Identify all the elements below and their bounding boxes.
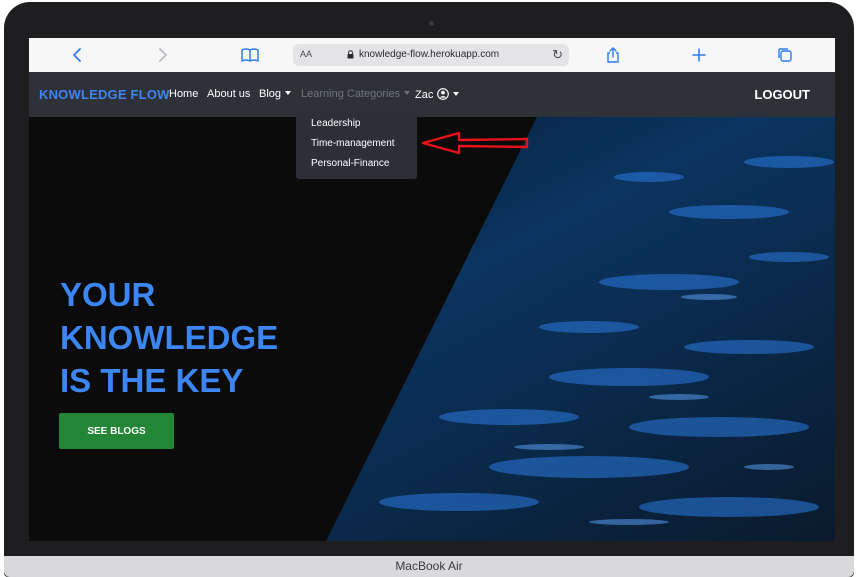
url-text: knowledge-flow.herokuapp.com — [359, 49, 500, 60]
forward-icon[interactable] — [153, 45, 173, 65]
chevron-down-icon — [285, 91, 292, 95]
hero-section: YOUR KNOWLEDGE IS THE KEY SEE BLOGS — [29, 117, 835, 541]
camera — [429, 21, 434, 26]
hero-headline: YOUR KNOWLEDGE IS THE KEY — [60, 273, 278, 402]
tabs-icon[interactable] — [775, 45, 795, 65]
nav-about[interactable]: About us — [207, 88, 250, 100]
chevron-down-icon — [404, 91, 411, 95]
reload-icon[interactable]: ↻ — [552, 47, 563, 63]
back-icon[interactable] — [67, 45, 87, 65]
text-size-button[interactable]: AA — [300, 49, 312, 59]
lock-icon — [347, 50, 354, 59]
nav-categories-label: Learning Categories — [301, 88, 401, 100]
hero-line-1: YOUR — [60, 276, 156, 313]
address-bar[interactable]: AA knowledge-flow.herokuapp.com ↻ — [293, 44, 569, 66]
nav-learning-categories[interactable]: Learning Categories — [301, 88, 411, 100]
laptop-chin: MacBook Air — [4, 556, 854, 577]
bookmarks-icon[interactable] — [240, 45, 260, 65]
screen: AA knowledge-flow.herokuapp.com ↻ KNOWLE… — [29, 38, 835, 541]
dropdown-item-time-management[interactable]: Time-management — [311, 138, 395, 149]
hero-line-3: IS THE KEY — [60, 362, 244, 399]
dropdown-item-leadership[interactable]: Leadership — [311, 118, 360, 129]
new-tab-icon[interactable] — [689, 45, 709, 65]
brand-logo[interactable]: KNOWLEDGE FLOW — [39, 87, 170, 102]
nav-home[interactable]: Home — [169, 88, 198, 100]
nav-blog[interactable]: Blog — [259, 88, 292, 100]
logout-button[interactable]: LOGOUT — [754, 87, 810, 102]
browser-toolbar: AA knowledge-flow.herokuapp.com ↻ — [29, 38, 835, 72]
annotation-arrow-icon — [421, 131, 529, 155]
device-label: MacBook Air — [395, 559, 463, 573]
dropdown-item-personal-finance[interactable]: Personal-Finance — [311, 158, 389, 169]
site-navbar: KNOWLEDGE FLOW Home About us Blog Learni… — [29, 72, 835, 117]
laptop-frame: AA knowledge-flow.herokuapp.com ↻ KNOWLE… — [4, 2, 854, 577]
nav-user-menu[interactable]: Zac — [415, 88, 460, 101]
see-blogs-button[interactable]: SEE BLOGS — [59, 413, 174, 449]
nav-blog-label: Blog — [259, 88, 282, 100]
user-name: Zac — [415, 89, 434, 101]
share-icon[interactable] — [603, 45, 623, 65]
user-avatar-icon — [437, 88, 450, 100]
chevron-down-icon — [453, 92, 460, 96]
hero-line-2: KNOWLEDGE — [60, 319, 279, 356]
learning-categories-dropdown: Leadership Time-management Personal-Fina… — [296, 111, 417, 179]
